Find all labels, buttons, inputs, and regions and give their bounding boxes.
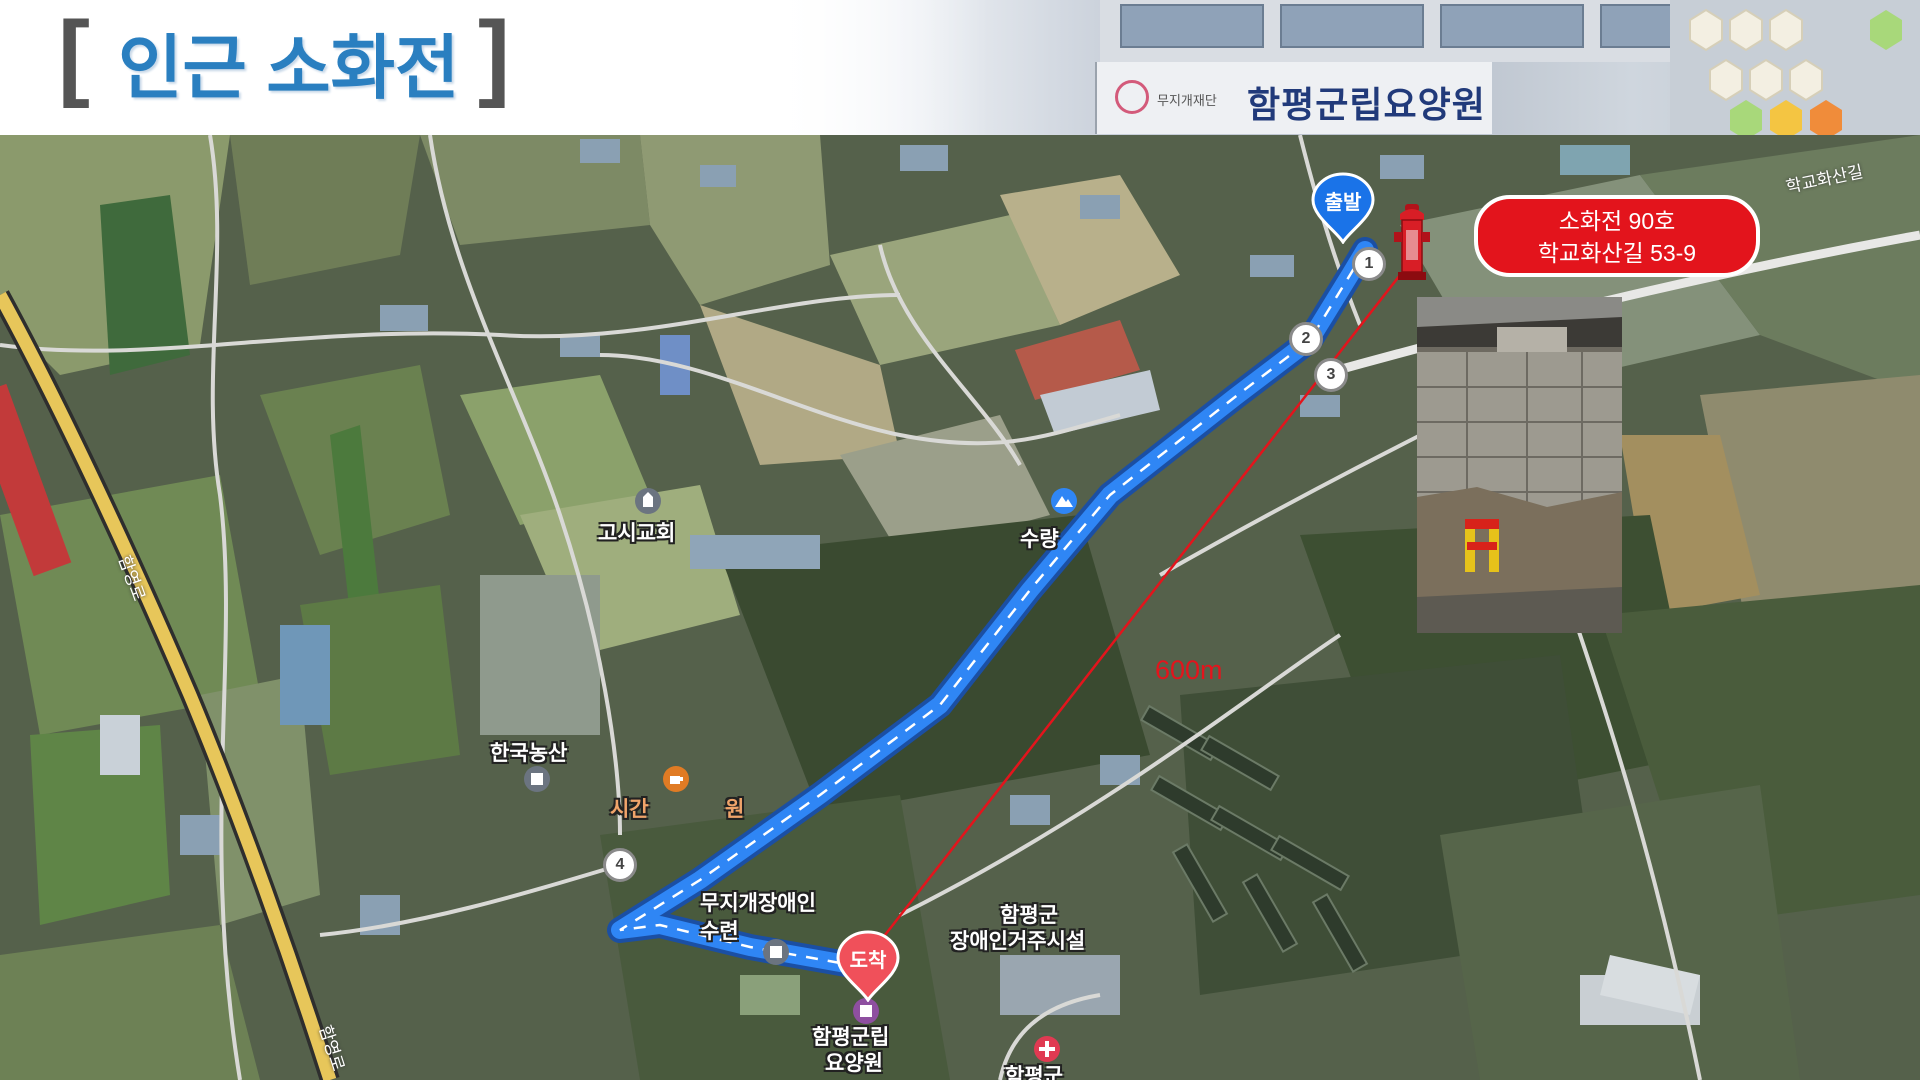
hydrant-photo (1417, 297, 1622, 633)
page-title: 인근 소화전 (118, 29, 460, 107)
waypoint-3[interactable]: 3 (1314, 358, 1348, 392)
cafe-icon[interactable] (662, 765, 690, 793)
label-rainbow-center: 무지개장애인 (700, 892, 816, 915)
building-window (1440, 4, 1584, 48)
building-icon[interactable] (523, 765, 551, 793)
header-building-photo: 무지개재단 함평군립요양원 (770, 0, 1920, 135)
title-bracket-left: [ (58, 2, 90, 109)
mountain-icon[interactable] (1050, 487, 1078, 515)
hydrant-callout-address: 학교화산길 53-9 (1537, 240, 1697, 266)
label-disabled-housing: 장애인거주시설 (950, 930, 1086, 953)
hospital-icon[interactable] (1033, 1035, 1061, 1063)
distance-label: 600m (1155, 655, 1223, 685)
waypoint-4[interactable]: 4 (603, 848, 637, 882)
hydrant-callout-title: 소화전 90호 (1558, 208, 1676, 234)
start-pin-label: 출발 (1324, 192, 1362, 214)
label-sigan-suffix: 원 (725, 798, 745, 821)
building-window (1280, 4, 1424, 48)
sign-foundation-text: 무지개재단 (1157, 93, 1217, 108)
label-suryang: 수량 (1020, 528, 1059, 551)
label-rainbow-center-2: 수련 (700, 920, 739, 943)
fire-hydrant-icon[interactable] (1392, 202, 1432, 282)
satellite-map[interactable]: 학교화산길 함영로 함영로 고시교회 수량 한국농산 시간 원 무지개장애인 수… (0, 135, 1920, 1080)
title-bracket-right: ] (478, 2, 510, 109)
label-sigan: 시간 (610, 798, 649, 821)
waypoint-2[interactable]: 2 (1289, 322, 1323, 356)
label-gosi-church: 고시교회 (598, 522, 676, 545)
church-icon[interactable] (634, 487, 662, 515)
slide-header: 무지개재단 함평군립요양원 [ 인근 소화전 ] (0, 0, 1920, 135)
end-pin-icon[interactable]: 도착 (832, 930, 904, 1003)
building-sign: 무지개재단 함평군립요양원 (1095, 62, 1492, 134)
foundation-logo-icon (1115, 80, 1149, 114)
label-hampyeong-bottom: 함평군 (1005, 1065, 1063, 1080)
building-icon[interactable] (762, 938, 790, 966)
sign-nursing-home-text: 함평군립요양원 (1247, 84, 1486, 125)
hydrant-callout[interactable]: 소화전 90호 학교화산길 53-9 (1474, 195, 1760, 277)
label-hanguk-nongsan: 한국농산 (490, 742, 568, 765)
decorative-hexagon-window (1670, 0, 1920, 135)
start-pin-icon[interactable]: 출발 (1307, 172, 1379, 245)
end-pin-label: 도착 (849, 950, 887, 972)
label-nursing-home-2: 요양원 (825, 1052, 883, 1075)
photo-fade (770, 0, 990, 135)
building-window (1120, 4, 1264, 48)
waypoint-1[interactable]: 1 (1352, 247, 1386, 281)
